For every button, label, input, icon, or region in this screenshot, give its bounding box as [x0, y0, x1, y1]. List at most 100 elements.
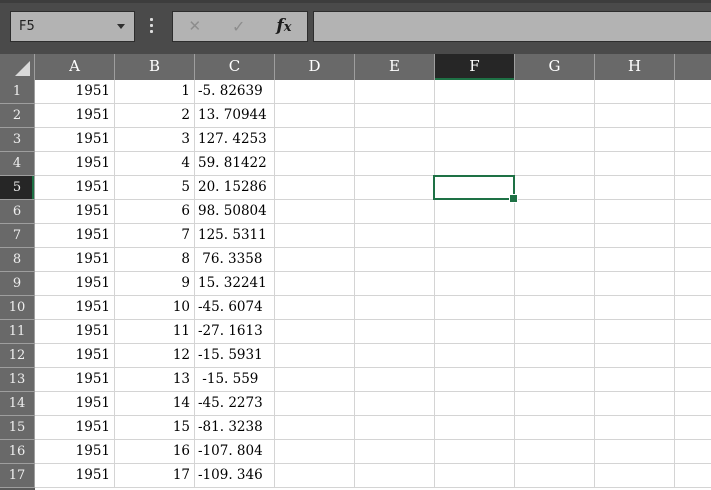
cell-E1[interactable]: [355, 80, 435, 104]
row-header-4[interactable]: 4: [0, 152, 35, 176]
cell-F13[interactable]: [435, 368, 515, 392]
column-header-G[interactable]: G: [515, 54, 595, 80]
row-header-5[interactable]: 5: [0, 176, 35, 200]
cell-D16[interactable]: [275, 440, 355, 464]
select-all-button[interactable]: [0, 54, 35, 80]
cell-F3[interactable]: [435, 128, 515, 152]
cell-D4[interactable]: [275, 152, 355, 176]
insert-function-icon[interactable]: fx: [276, 18, 291, 35]
row-header-10[interactable]: 10: [0, 296, 35, 320]
cell-A15[interactable]: 1951: [35, 416, 115, 440]
cell-D17[interactable]: [275, 464, 355, 488]
column-header-H[interactable]: H: [595, 54, 675, 80]
cell-F17[interactable]: [435, 464, 515, 488]
cell-E17[interactable]: [355, 464, 435, 488]
cell-B1[interactable]: 1: [115, 80, 195, 104]
cell-partial-3[interactable]: [675, 128, 711, 152]
fill-handle[interactable]: [509, 194, 518, 203]
cell-partial-13[interactable]: [675, 368, 711, 392]
row-header-8[interactable]: 8: [0, 248, 35, 272]
column-header-F[interactable]: F: [435, 54, 515, 80]
cell-partial-2[interactable]: [675, 104, 711, 128]
cell-F10[interactable]: [435, 296, 515, 320]
cell-partial-16[interactable]: [675, 440, 711, 464]
cell-E12[interactable]: [355, 344, 435, 368]
row-header-9[interactable]: 9: [0, 272, 35, 296]
cell-F11[interactable]: [435, 320, 515, 344]
cell-G13[interactable]: [515, 368, 595, 392]
row-header-1[interactable]: 1: [0, 80, 35, 104]
cell-E16[interactable]: [355, 440, 435, 464]
cell-H1[interactable]: [595, 80, 675, 104]
row-header-13[interactable]: 13: [0, 368, 35, 392]
cell-G5[interactable]: [515, 176, 595, 200]
cell-F7[interactable]: [435, 224, 515, 248]
row-header-17[interactable]: 17: [0, 464, 35, 488]
cell-D12[interactable]: [275, 344, 355, 368]
cell-B10[interactable]: 10: [115, 296, 195, 320]
cell-H17[interactable]: [595, 464, 675, 488]
cell-A4[interactable]: 1951: [35, 152, 115, 176]
cell-A1[interactable]: 1951: [35, 80, 115, 104]
cell-G14[interactable]: [515, 392, 595, 416]
cell-A9[interactable]: 1951: [35, 272, 115, 296]
cell-B13[interactable]: 13: [115, 368, 195, 392]
cell-partial-7[interactable]: [675, 224, 711, 248]
cell-D7[interactable]: [275, 224, 355, 248]
cell-C12[interactable]: -15. 5931: [195, 344, 275, 368]
cell-A3[interactable]: 1951: [35, 128, 115, 152]
cell-F15[interactable]: [435, 416, 515, 440]
cell-partial-14[interactable]: [675, 392, 711, 416]
cell-A5[interactable]: 1951: [35, 176, 115, 200]
name-box[interactable]: F5: [10, 11, 135, 42]
cell-partial-17[interactable]: [675, 464, 711, 488]
cell-D13[interactable]: [275, 368, 355, 392]
cell-H6[interactable]: [595, 200, 675, 224]
cell-D15[interactable]: [275, 416, 355, 440]
cell-B8[interactable]: 8: [115, 248, 195, 272]
cell-F16[interactable]: [435, 440, 515, 464]
cell-A8[interactable]: 1951: [35, 248, 115, 272]
cell-G3[interactable]: [515, 128, 595, 152]
cell-G8[interactable]: [515, 248, 595, 272]
cell-G16[interactable]: [515, 440, 595, 464]
cell-C13[interactable]: -15. 559: [195, 368, 275, 392]
cell-C5[interactable]: 20. 15286: [195, 176, 275, 200]
cell-B12[interactable]: 12: [115, 344, 195, 368]
cell-B16[interactable]: 16: [115, 440, 195, 464]
formula-input[interactable]: [313, 11, 711, 42]
name-box-dropdown-icon[interactable]: [117, 24, 125, 29]
row-header-7[interactable]: 7: [0, 224, 35, 248]
cell-G1[interactable]: [515, 80, 595, 104]
cell-G17[interactable]: [515, 464, 595, 488]
cell-G2[interactable]: [515, 104, 595, 128]
cell-partial-6[interactable]: [675, 200, 711, 224]
cell-B15[interactable]: 15: [115, 416, 195, 440]
cell-C8[interactable]: 76. 3358: [195, 248, 275, 272]
cell-F6[interactable]: [435, 200, 515, 224]
formula-bar-grip-icon[interactable]: [150, 18, 153, 33]
cell-A12[interactable]: 1951: [35, 344, 115, 368]
cell-D14[interactable]: [275, 392, 355, 416]
cell-G12[interactable]: [515, 344, 595, 368]
cell-C3[interactable]: 127. 4253: [195, 128, 275, 152]
cell-D10[interactable]: [275, 296, 355, 320]
row-header-14[interactable]: 14: [0, 392, 35, 416]
cell-D5[interactable]: [275, 176, 355, 200]
cell-H8[interactable]: [595, 248, 675, 272]
cell-C17[interactable]: -109. 346: [195, 464, 275, 488]
confirm-icon[interactable]: ✓: [232, 18, 245, 35]
cell-D3[interactable]: [275, 128, 355, 152]
cell-F8[interactable]: [435, 248, 515, 272]
cell-D8[interactable]: [275, 248, 355, 272]
cell-E6[interactable]: [355, 200, 435, 224]
cell-C4[interactable]: 59. 81422: [195, 152, 275, 176]
cell-E11[interactable]: [355, 320, 435, 344]
column-header-partial[interactable]: [675, 54, 711, 80]
cell-H9[interactable]: [595, 272, 675, 296]
cell-D11[interactable]: [275, 320, 355, 344]
row-header-3[interactable]: 3: [0, 128, 35, 152]
cell-A6[interactable]: 1951: [35, 200, 115, 224]
column-header-B[interactable]: B: [115, 54, 195, 80]
cell-E8[interactable]: [355, 248, 435, 272]
